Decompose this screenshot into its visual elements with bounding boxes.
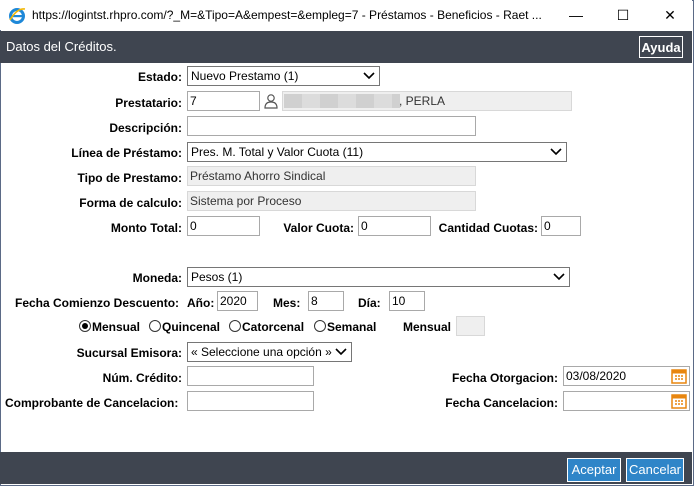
cancel-button[interactable]: Cancelar: [626, 458, 684, 482]
descripcion-label: Descripción:: [109, 121, 182, 135]
close-button[interactable]: ✕: [650, 4, 690, 26]
fecha-otorgacion-label: Fecha Otorgacion:: [451, 371, 558, 385]
valor-cuota-input[interactable]: 0: [358, 216, 431, 236]
descripcion-input[interactable]: [187, 116, 476, 136]
user-icon[interactable]: [263, 93, 279, 109]
redacted-name: [284, 94, 400, 108]
tipo-label: Tipo de Prestamo:: [77, 171, 182, 185]
monto-total-input[interactable]: 0: [187, 216, 260, 236]
dialog-title: Datos del Créditos.: [6, 39, 117, 54]
moneda-value: Pesos (1): [191, 270, 243, 284]
title-bar: https://logintst.rhpro.com/?_M=&Tipo=A&e…: [0, 0, 692, 30]
minimize-button[interactable]: —: [556, 4, 596, 26]
cantidad-cuotas-label: Cantidad Cuotas:: [438, 221, 538, 235]
comprobante-input[interactable]: [187, 391, 314, 411]
estado-label: Estado:: [137, 70, 182, 84]
prestatario-name: , PERLA: [399, 94, 446, 108]
radio-catorcenal[interactable]: [229, 320, 241, 332]
maximize-button[interactable]: ☐: [603, 4, 643, 26]
linea-label: Línea de Préstamo:: [71, 146, 182, 160]
radio-quincenal[interactable]: [149, 320, 161, 332]
radio-mensual[interactable]: [79, 320, 91, 332]
radio-quincenal-label[interactable]: Quincenal: [162, 320, 220, 334]
moneda-select[interactable]: Pesos (1): [187, 267, 570, 287]
radio-semanal-label[interactable]: Semanal: [327, 320, 376, 334]
cantidad-cuotas-input[interactable]: 0: [541, 216, 581, 236]
calendar-icon[interactable]: [671, 368, 687, 384]
help-button[interactable]: Ayuda: [639, 36, 683, 58]
mensual-value-label: Mensual: [403, 320, 452, 334]
dia-label: Día:: [358, 296, 381, 310]
anio-label: Año:: [187, 296, 215, 310]
num-credito-input[interactable]: [187, 366, 314, 386]
mes-label: Mes:: [273, 296, 301, 310]
chevron-down-icon: [550, 148, 562, 156]
estado-select[interactable]: Nuevo Prestamo (1): [187, 66, 380, 86]
tipo-field: Préstamo Ahorro Sindical: [187, 166, 476, 186]
comprobante-label: Comprobante de Cancelacion:: [5, 396, 179, 410]
linea-value: Pres. M. Total y Valor Cuota (11): [191, 145, 364, 159]
sucursal-value: « Seleccione una opción »: [191, 345, 332, 359]
chevron-down-icon: [363, 72, 375, 80]
sucursal-select[interactable]: « Seleccione una opción »: [187, 342, 352, 362]
chevron-down-icon: [335, 348, 347, 356]
sucursal-label: Sucursal Emisora:: [76, 346, 182, 360]
dia-input[interactable]: 10: [389, 291, 425, 311]
fecha-comienzo-label: Fecha Comienzo Descuento:: [15, 296, 180, 310]
radio-semanal[interactable]: [314, 320, 326, 332]
fecha-cancelacion-label: Fecha Cancelacion:: [445, 396, 558, 410]
mes-input[interactable]: 8: [308, 291, 344, 311]
anio-input[interactable]: 2020: [217, 291, 258, 311]
forma-field: Sistema por Proceso: [187, 191, 476, 211]
valor-cuota-label: Valor Cuota:: [283, 221, 354, 235]
chevron-down-icon: [553, 273, 565, 281]
window-title: https://logintst.rhpro.com/?_M=&Tipo=A&e…: [32, 8, 542, 22]
linea-select[interactable]: Pres. M. Total y Valor Cuota (11): [187, 142, 567, 162]
calendar-icon[interactable]: [671, 393, 687, 409]
radio-mensual-label[interactable]: Mensual: [92, 320, 140, 334]
prestatario-label: Prestatario:: [115, 96, 182, 110]
ie-icon: [9, 8, 26, 24]
forma-label: Forma de calculo:: [79, 196, 182, 210]
estado-value: Nuevo Prestamo (1): [191, 69, 299, 83]
moneda-label: Moneda:: [132, 271, 182, 285]
accept-button[interactable]: Aceptar: [567, 458, 621, 482]
prestatario-code-input[interactable]: 7: [187, 91, 260, 111]
monto-total-label: Monto Total:: [110, 221, 182, 235]
mensual-value-field: [456, 316, 485, 336]
num-credito-label: Núm. Crédito:: [102, 371, 182, 385]
dialog-header: Datos del Créditos.: [0, 31, 692, 63]
radio-catorcenal-label[interactable]: Catorcenal: [242, 320, 304, 334]
